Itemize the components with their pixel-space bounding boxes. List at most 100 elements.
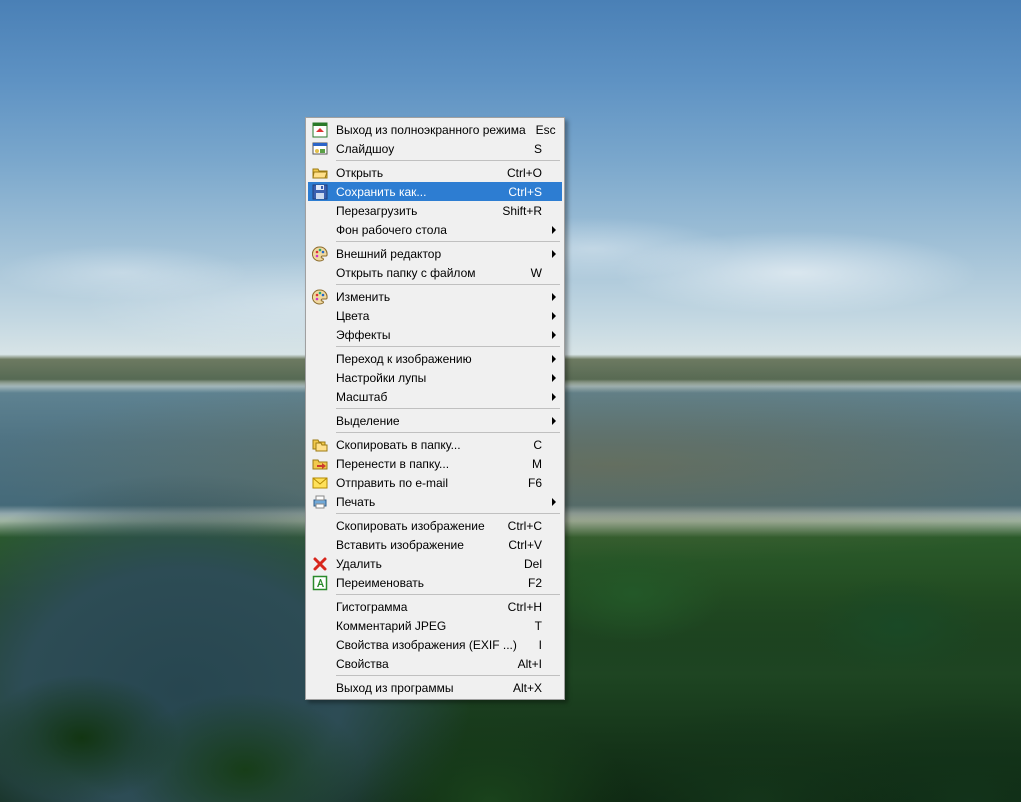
menu-item-label: Масштаб xyxy=(336,390,542,404)
slideshow-icon xyxy=(312,141,328,157)
menu-item-label: Переименовать xyxy=(336,576,518,590)
menu-item-selection[interactable]: Выделение xyxy=(308,411,562,430)
menu-item-image-props[interactable]: Свойства изображения (EXIF ...)I xyxy=(308,635,562,654)
menu-item-rename[interactable]: ПереименоватьF2 xyxy=(308,573,562,592)
menu-item-shortcut: Ctrl+H xyxy=(498,600,542,614)
menu-item-label: Внешний редактор xyxy=(336,247,542,261)
menu-item-external-editor[interactable]: Внешний редактор xyxy=(308,244,562,263)
save-icon xyxy=(312,184,328,200)
menu-item-zoom[interactable]: Масштаб xyxy=(308,387,562,406)
menu-item-jpeg-comment[interactable]: Комментарий JPEGT xyxy=(308,616,562,635)
menu-separator xyxy=(336,513,560,514)
menu-item-copy-to-folder[interactable]: Скопировать в папку...C xyxy=(308,435,562,454)
menu-item-label: Открыть xyxy=(336,166,497,180)
menu-separator xyxy=(336,241,560,242)
menu-item-wallpaper[interactable]: Фон рабочего стола xyxy=(308,220,562,239)
menu-item-magnifier[interactable]: Настройки лупы xyxy=(308,368,562,387)
chevron-right-icon xyxy=(552,355,556,363)
menu-item-label: Цвета xyxy=(336,309,542,323)
menu-item-colors[interactable]: Цвета xyxy=(308,306,562,325)
menu-item-label: Комментарий JPEG xyxy=(336,619,525,633)
menu-item-shortcut: F6 xyxy=(518,476,542,490)
menu-item-open-folder[interactable]: Открыть папку с файломW xyxy=(308,263,562,282)
menu-item-slideshow[interactable]: СлайдшоуS xyxy=(308,139,562,158)
menu-item-label: Свойства изображения (EXIF ...) xyxy=(336,638,529,652)
menu-item-label: Вставить изображение xyxy=(336,538,498,552)
menu-item-histogram[interactable]: ГистограммаCtrl+H xyxy=(308,597,562,616)
menu-item-label: Печать xyxy=(336,495,542,509)
menu-item-edit[interactable]: Изменить xyxy=(308,287,562,306)
menu-item-shortcut: Shift+R xyxy=(492,204,542,218)
chevron-right-icon xyxy=(552,417,556,425)
menu-item-shortcut: Ctrl+S xyxy=(498,185,542,199)
menu-item-label: Удалить xyxy=(336,557,514,571)
context-menu[interactable]: Выход из полноэкранного режимаEscСлайдшо… xyxy=(305,117,565,700)
chevron-right-icon xyxy=(552,331,556,339)
menu-item-shortcut: Alt+X xyxy=(503,681,542,695)
menu-item-shortcut: Ctrl+O xyxy=(497,166,542,180)
menu-item-open[interactable]: ОткрытьCtrl+O xyxy=(308,163,562,182)
menu-item-exit-fullscreen[interactable]: Выход из полноэкранного режимаEsc xyxy=(308,120,562,139)
menu-item-print[interactable]: Печать xyxy=(308,492,562,511)
chevron-right-icon xyxy=(552,226,556,234)
menu-item-delete[interactable]: УдалитьDel xyxy=(308,554,562,573)
menu-item-exit[interactable]: Выход из программыAlt+X xyxy=(308,678,562,697)
menu-item-save-as[interactable]: Сохранить как...Ctrl+S xyxy=(308,182,562,201)
menu-item-shortcut: I xyxy=(529,638,542,652)
printer-icon xyxy=(312,494,328,510)
menu-item-label: Выделение xyxy=(336,414,542,428)
menu-item-props[interactable]: СвойстваAlt+I xyxy=(308,654,562,673)
menu-item-label: Фон рабочего стола xyxy=(336,223,542,237)
menu-item-label: Скопировать изображение xyxy=(336,519,498,533)
menu-item-shortcut: M xyxy=(522,457,542,471)
menu-item-label: Открыть папку с файлом xyxy=(336,266,521,280)
menu-item-label: Перезагрузить xyxy=(336,204,492,218)
menu-item-shortcut: W xyxy=(521,266,542,280)
chevron-right-icon xyxy=(552,312,556,320)
chevron-right-icon xyxy=(552,374,556,382)
fullscreen-exit-icon xyxy=(312,122,328,138)
menu-item-label: Свойства xyxy=(336,657,508,671)
menu-item-label: Скопировать в папку... xyxy=(336,438,523,452)
copy-folder-icon xyxy=(312,437,328,453)
chevron-right-icon xyxy=(552,393,556,401)
move-folder-icon xyxy=(312,456,328,472)
menu-separator xyxy=(336,160,560,161)
menu-separator xyxy=(336,346,560,347)
menu-item-shortcut: Alt+I xyxy=(508,657,542,671)
menu-item-move-to-folder[interactable]: Перенести в папку...M xyxy=(308,454,562,473)
chevron-right-icon xyxy=(552,498,556,506)
menu-item-shortcut: Esc xyxy=(526,123,556,137)
menu-item-label: Гистограмма xyxy=(336,600,498,614)
menu-item-send-email[interactable]: Отправить по e-mailF6 xyxy=(308,473,562,492)
menu-separator xyxy=(336,675,560,676)
menu-item-label: Переход к изображению xyxy=(336,352,542,366)
menu-item-label: Выход из полноэкранного режима xyxy=(336,123,526,137)
menu-separator xyxy=(336,408,560,409)
delete-icon xyxy=(312,556,328,572)
menu-item-label: Сохранить как... xyxy=(336,185,498,199)
menu-separator xyxy=(336,432,560,433)
menu-separator xyxy=(336,594,560,595)
menu-item-reload[interactable]: ПерезагрузитьShift+R xyxy=(308,201,562,220)
folder-open-icon xyxy=(312,165,328,181)
menu-item-paste-image[interactable]: Вставить изображениеCtrl+V xyxy=(308,535,562,554)
menu-item-goto-image[interactable]: Переход к изображению xyxy=(308,349,562,368)
menu-item-label: Изменить xyxy=(336,290,542,304)
menu-item-shortcut: Ctrl+V xyxy=(498,538,542,552)
menu-item-shortcut: C xyxy=(523,438,542,452)
menu-separator xyxy=(336,284,560,285)
rename-icon xyxy=(312,575,328,591)
menu-item-label: Перенести в папку... xyxy=(336,457,522,471)
menu-item-shortcut: T xyxy=(525,619,542,633)
mail-icon xyxy=(312,475,328,491)
menu-item-shortcut: Del xyxy=(514,557,542,571)
menu-item-label: Слайдшоу xyxy=(336,142,524,156)
palette-icon xyxy=(312,289,328,305)
menu-item-shortcut: S xyxy=(524,142,542,156)
palette-icon xyxy=(312,246,328,262)
menu-item-copy-image[interactable]: Скопировать изображениеCtrl+C xyxy=(308,516,562,535)
menu-item-label: Эффекты xyxy=(336,328,542,342)
menu-item-shortcut: F2 xyxy=(518,576,542,590)
menu-item-effects[interactable]: Эффекты xyxy=(308,325,562,344)
